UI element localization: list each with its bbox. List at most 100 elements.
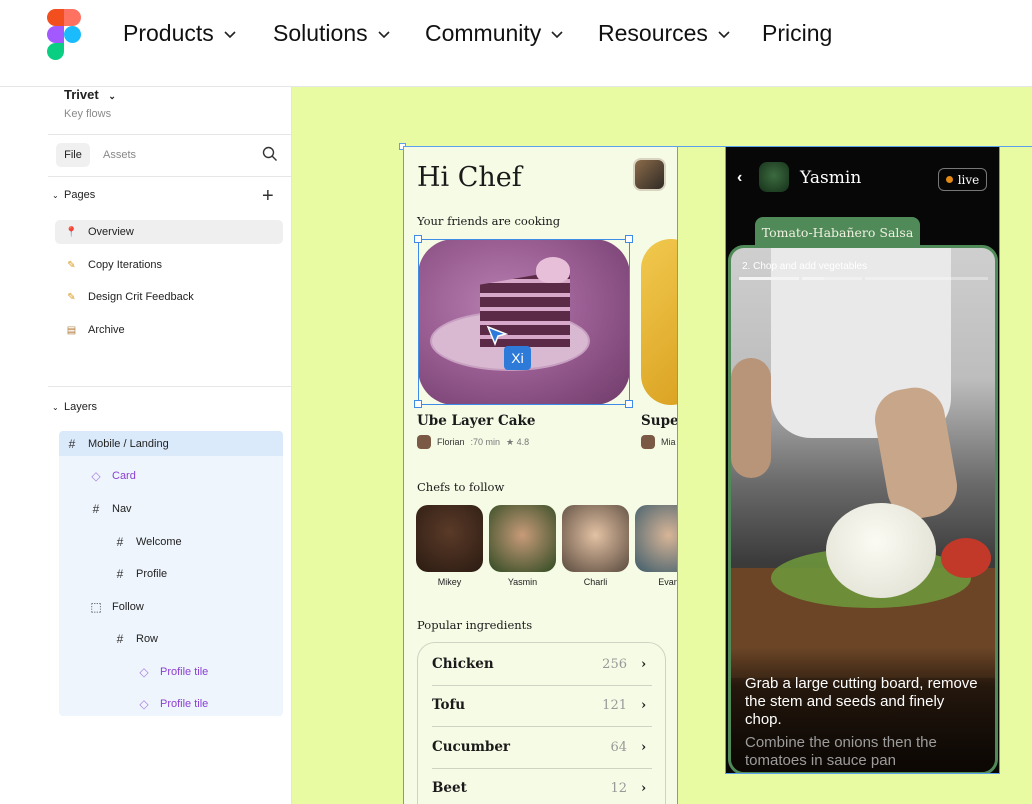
card-title[interactable]: Super <box>641 413 677 429</box>
progress-segment <box>824 277 862 280</box>
collaborator-cursor-label: Xi <box>504 346 531 370</box>
chefs-header: Chefs to follow <box>417 480 505 494</box>
list-item[interactable]: Cucumber 64 › <box>432 739 652 755</box>
selection-box <box>418 239 630 405</box>
box-icon: ▤ <box>66 324 77 336</box>
back-chevron-icon[interactable]: ‹ <box>737 169 742 187</box>
divider <box>432 685 652 686</box>
layer-label: Profile tile <box>160 666 209 678</box>
caret-down-icon: ⌄ <box>52 402 59 412</box>
divider <box>432 726 652 727</box>
layer-profile-tile[interactable]: ◇ Profile tile <box>137 665 208 679</box>
layer-label: Row <box>136 633 159 645</box>
card-meta: Mia <box>641 435 676 449</box>
add-page-icon[interactable]: + <box>262 186 274 206</box>
layer-row[interactable]: # Row <box>113 632 158 646</box>
pages-header[interactable]: ⌄ Pages <box>52 189 95 201</box>
author-name: Mia <box>661 437 676 447</box>
resize-handle[interactable] <box>625 235 633 243</box>
caret-down-icon: ⌄ <box>52 190 59 200</box>
nav-resources[interactable]: Resources <box>598 20 731 47</box>
resize-handle[interactable] <box>625 400 633 408</box>
chef-avatar[interactable] <box>489 505 556 572</box>
ingredient-count: 256 <box>602 656 627 672</box>
design-canvas[interactable]: Hi Chef Your friends are cooking Xi Ube … <box>292 87 1032 804</box>
resize-handle[interactable] <box>414 400 422 408</box>
list-item[interactable]: Chicken 256 › <box>432 656 652 672</box>
card-title[interactable]: Ube Layer Cake <box>417 413 535 429</box>
component-icon: ◇ <box>91 469 101 483</box>
nav-solutions[interactable]: Solutions <box>273 20 391 47</box>
recipe-tab[interactable]: Tomato-Habañero Salsa <box>755 217 920 247</box>
nav-pricing-label: Pricing <box>762 20 833 46</box>
section-icon: ⬚ <box>90 600 102 614</box>
page-item-overview[interactable]: 📍 Overview <box>55 220 283 244</box>
layers-header[interactable]: ⌄ Layers <box>52 401 97 413</box>
layer-label: Follow <box>112 601 144 613</box>
live-dot-icon <box>945 176 953 183</box>
project-subtitle: Key flows <box>64 108 112 120</box>
progress-segment <box>802 277 824 280</box>
search-icon[interactable] <box>262 146 278 162</box>
layer-welcome[interactable]: # Welcome <box>113 535 182 549</box>
chevron-right-icon: › <box>641 780 647 796</box>
layer-mobile-landing[interactable]: # Mobile / Landing <box>65 437 169 451</box>
project-name[interactable]: Trivet ⌄ <box>64 87 116 102</box>
nav-pricing[interactable]: Pricing <box>762 20 832 47</box>
greeting-title: Hi Chef <box>417 162 522 193</box>
divider <box>48 386 291 387</box>
mobile-live-frame[interactable]: ‹ Yasmin live Tomato-Habañero Salsa 2. C… <box>725 146 1000 774</box>
figma-logo-icon[interactable] <box>47 9 81 60</box>
progress-segment <box>739 277 799 280</box>
recipe-card-image[interactable] <box>641 239 677 405</box>
layer-profile-tile[interactable]: ◇ Profile tile <box>137 697 208 711</box>
page-item-copy-iterations[interactable]: ✎ Copy Iterations <box>55 253 283 277</box>
nav-products-label: Products <box>123 20 214 46</box>
pencil-icon: ✎ <box>67 291 76 303</box>
chef-name: Mikey <box>437 577 462 587</box>
page-item-archive[interactable]: ▤ Archive <box>55 318 283 342</box>
tab-file[interactable]: File <box>56 143 90 167</box>
card-meta: Florian :70 min ★ 4.8 <box>417 435 529 449</box>
mobile-landing-frame[interactable]: Hi Chef Your friends are cooking Xi Ube … <box>403 146 678 804</box>
top-nav: Products Solutions Community Resources P… <box>0 0 1032 87</box>
nav-community[interactable]: Community <box>425 20 564 47</box>
frame-icon: # <box>68 437 76 451</box>
layer-label: Profile <box>136 568 168 580</box>
page-item-label: Design Crit Feedback <box>88 291 194 303</box>
profile-avatar[interactable] <box>633 158 666 191</box>
chevron-down-icon <box>718 30 730 38</box>
cauliflower-shape <box>826 503 936 598</box>
page-item-design-crit[interactable]: ✎ Design Crit Feedback <box>55 285 283 309</box>
tab-assets[interactable]: Assets <box>103 149 136 161</box>
ingredients-header: Popular ingredients <box>417 618 533 632</box>
chevron-down-icon <box>551 30 563 38</box>
ingredient-name: Tofu <box>432 697 466 713</box>
ingredient-count: 64 <box>610 739 627 755</box>
nav-resources-label: Resources <box>598 20 708 46</box>
chef-avatar[interactable] <box>416 505 483 572</box>
list-item[interactable]: Beet 12 › <box>432 780 652 796</box>
instruction-text: Grab a large cutting board, remove the s… <box>745 675 978 728</box>
cooking-video[interactable]: 2. Chop and add vegetables Grab a large … <box>728 245 998 773</box>
chevron-down-icon <box>224 30 236 38</box>
chef-avatar[interactable] <box>562 505 629 572</box>
layer-profile[interactable]: # Profile <box>113 567 168 581</box>
author-name: Florian <box>437 437 465 447</box>
resize-handle[interactable] <box>414 235 422 243</box>
avatar[interactable] <box>759 162 789 192</box>
ingredients-list: Chicken 256 › Tofu 121 › Cucumber 64 › B… <box>417 642 666 804</box>
chef-avatar[interactable] <box>635 505 677 572</box>
layer-follow[interactable]: ⬚ Follow <box>89 600 144 614</box>
live-badge: live <box>938 168 987 191</box>
arm-shape <box>731 358 771 478</box>
nav-community-label: Community <box>425 20 542 46</box>
list-item[interactable]: Tofu 121 › <box>432 697 652 713</box>
layer-card[interactable]: ◇ Card <box>89 469 135 483</box>
rating: ★ 4.8 <box>506 436 530 447</box>
nav-products[interactable]: Products <box>123 20 237 47</box>
nav-solutions-label: Solutions <box>273 20 368 46</box>
layer-nav[interactable]: # Nav <box>89 502 132 516</box>
pin-icon: 📍 <box>65 226 78 238</box>
pencil-icon: ✎ <box>67 259 76 271</box>
